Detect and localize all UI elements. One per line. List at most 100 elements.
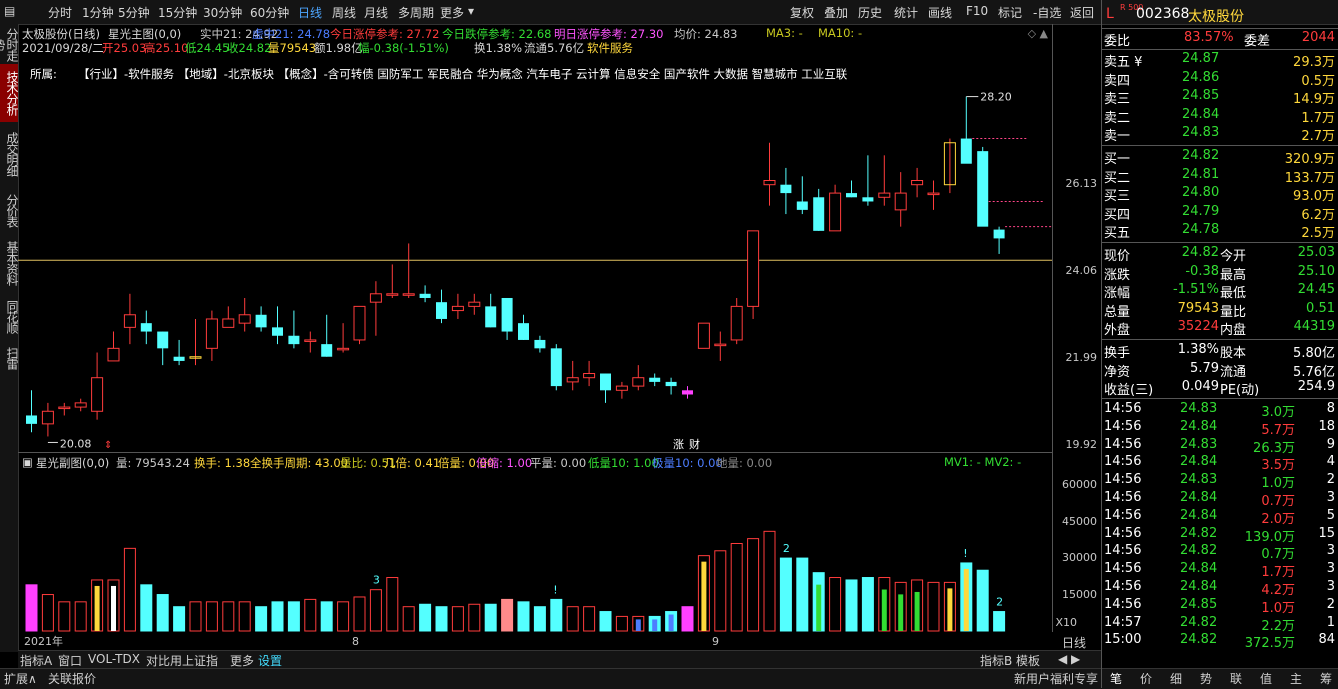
volume-tick-2: 30000 [1062,551,1097,565]
candle-8 [157,331,169,366]
volume-bar-2 [58,601,71,632]
period-tab-3[interactable]: 15分钟 [158,4,197,21]
candle-53 [894,172,907,227]
toolbar-action-6[interactable]: 标记 [998,4,1022,21]
candle-19 [337,323,350,353]
period-tab-6[interactable]: 日线 [298,4,322,21]
toolbar-action-0[interactable]: 复权 [790,4,814,21]
volume-bar-57 [960,562,973,632]
period-tab-8[interactable]: 月线 [364,4,388,21]
candle-32 [550,344,562,391]
candle-14 [255,306,267,332]
volume-bar-43 [730,542,743,632]
volume-bar-48 [812,572,825,632]
candle-27 [468,293,481,315]
volume-bar-8 [156,594,169,632]
asks-row-2: 卖三 24.85 14.9万 [1104,88,1335,107]
toolbar-action-2[interactable]: 历史 [858,4,882,21]
period-tab-9[interactable]: 多周期 [398,4,434,21]
tick-row-11: 14:56 24.85 1.0万 2 [1104,596,1335,616]
left-tab-2[interactable]: 成交明细 [0,124,19,184]
left-tab-6[interactable]: 扫雷 [0,342,19,374]
left-vertical-tabs: 分时走势技术分析成交明细分价表基本资料同花顺扫雷 [0,24,19,652]
new-user-notice[interactable]: 新用户福利专享 [1014,670,1098,687]
bottom-right-tab-0[interactable]: 指标B [980,652,1012,669]
toolbar-action-7[interactable]: -自选 [1033,4,1061,21]
tick-row-8: 14:56 24.82 0.7万 3 [1104,543,1335,563]
toolbar-action-8[interactable]: 返回 [1070,4,1094,21]
volume-bar-46 [779,557,792,632]
status-left-1[interactable]: 关联报价 [48,670,96,687]
main-chart-area[interactable]: 太极股份(日线) 星光主图(0,0) 实中21: 24.92 虚中21: 24.7… [18,24,1052,452]
left-tab-1[interactable]: 技术分析 [0,64,19,122]
period-tab-0[interactable]: 分时 [48,4,72,21]
left-tab-0[interactable]: 分时走势 [0,24,19,64]
bottom-tab-5[interactable]: 设置 [258,652,282,669]
candle-7 [140,310,152,345]
marker-icon: ⇕ [104,440,112,451]
toolbar-action-3[interactable]: 统计 [894,4,918,21]
period-tab-4[interactable]: 30分钟 [203,4,242,21]
bottom-tab-2[interactable]: VOL-TDX [88,652,140,666]
volume-bar-55 [927,581,940,632]
candle-23 [402,243,415,298]
candle-24 [419,285,431,303]
volume-bar-6 [123,547,136,632]
candle-31 [534,335,546,353]
volume-chart[interactable]: 3! 2 ! 2 2021年 8 9 [18,453,1052,653]
quote-row-0: 现价 24.82 今开 25.03 [1104,245,1335,264]
toolbar-action-1[interactable]: 叠加 [824,4,848,21]
period-tab-7[interactable]: 周线 [332,4,356,21]
scroll-arrows-icon[interactable]: ◀ ▶ [1058,652,1080,666]
volume-bar-58 [976,569,989,632]
asks-row-3: 卖二 24.84 1.7万 [1104,106,1335,126]
volume-bar-29 [501,598,514,632]
candle-42 [714,331,727,361]
volume-bar-38 [648,615,661,632]
volume-bar-5 [107,579,120,632]
candle-21 [369,281,382,336]
sub-chart-area[interactable]: ▣ 星光副图(0,0) 量: 79543.24 换手: 1.38 全换手周期: 43… [18,452,1052,648]
bottom-tab-4[interactable]: 更多 [230,652,254,669]
volume-bar-35 [599,611,612,632]
toolbar-action-4[interactable]: 画线 [928,4,952,21]
left-tab-5[interactable]: 同花顺 [0,292,19,340]
candle-6 [123,293,136,345]
candle-41 [697,322,710,349]
asks-row-1: 卖四 24.86 0.5万 [1104,69,1335,89]
bottom-tab-1[interactable]: 窗口 [58,652,82,669]
period-tab-2[interactable]: 5分钟 [118,4,150,21]
candlestick-chart[interactable]: 28.20 20.08 ⇕ 涨财 [18,24,1052,452]
volume-bar-9 [173,606,186,632]
volume-bar-41 [697,555,710,632]
asks-row-0: 卖五 ¥24.87 29.3万 [1104,51,1335,70]
period-tab-10[interactable]: 更多 [440,4,464,21]
left-tab-3[interactable]: 分价表 [0,186,19,234]
bottom-tab-3[interactable]: 对比用上证指 [146,652,218,669]
candle-57 [960,96,972,164]
candle-33 [566,360,579,391]
status-left-0[interactable]: 扩展∧ [4,670,37,687]
candle-3 [74,398,87,412]
period-tab-5[interactable]: 60分钟 [250,4,289,21]
volume-bar-44 [747,538,760,632]
left-tab-4[interactable]: 基本资料 [0,236,19,290]
bar-mark-1: ! [553,583,557,596]
candle-5 [107,331,120,362]
more-arrow-icon[interactable]: ▾ [468,4,474,18]
quote-row-2: 涨幅 -1.51% 最低 24.45 [1104,282,1335,301]
bottom-period-label[interactable]: 日线 [1062,634,1086,651]
bottom-tab-0[interactable]: 指标A [20,652,52,669]
candle-9 [173,339,185,366]
toolbar-menu-icon[interactable]: ▤ [4,4,15,18]
bottom-right-tab-1[interactable]: 模板 [1016,652,1040,669]
period-tab-1[interactable]: 1分钟 [82,4,114,21]
candle-51 [862,155,874,206]
volume-bar-23 [402,606,415,632]
candle-50 [846,180,857,198]
candle-18 [321,314,333,357]
volume-bar-11 [205,601,218,632]
candle-17 [304,331,317,353]
candle-29 [501,297,513,340]
toolbar-action-5[interactable]: F10 [966,4,988,18]
